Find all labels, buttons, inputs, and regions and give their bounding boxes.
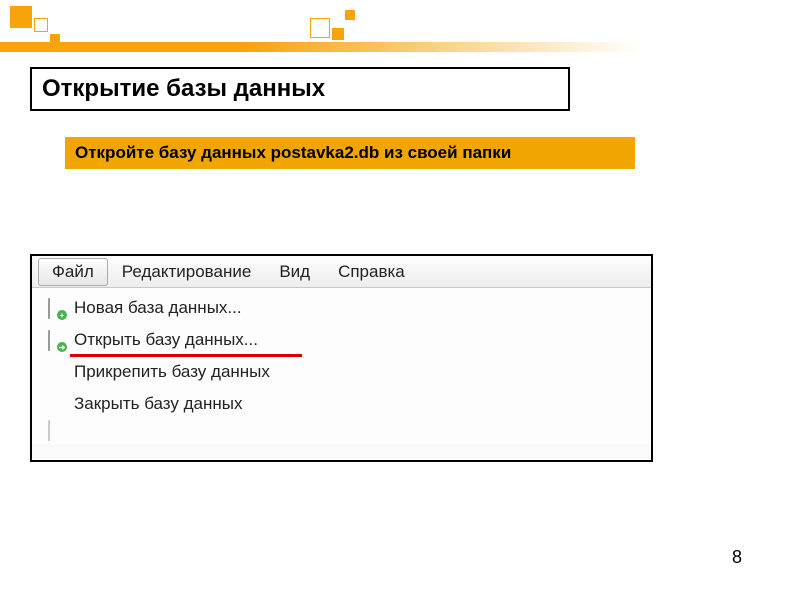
section-title-box: Открытие базы данных xyxy=(30,67,570,111)
menu-file[interactable]: Файл xyxy=(38,258,108,286)
menu-partial-item xyxy=(32,420,651,440)
menu-open-database[interactable]: ➜ Открыть базу данных... xyxy=(32,324,651,356)
page-number: 8 xyxy=(732,547,742,568)
menu-close-database[interactable]: Закрыть базу данных xyxy=(32,388,651,420)
instruction-text: Откройте базу данных postavka2.db из сво… xyxy=(75,143,511,162)
database-icon xyxy=(42,421,70,439)
menu-help[interactable]: Справка xyxy=(324,258,419,286)
slide-decoration xyxy=(0,0,800,52)
section-title: Открытие базы данных xyxy=(42,75,558,103)
menu-view[interactable]: Вид xyxy=(265,258,324,286)
menu-attach-database[interactable]: Прикрепить базу данных xyxy=(32,356,651,388)
instruction-banner: Откройте базу данных postavka2.db из сво… xyxy=(65,137,635,169)
menu-bar: Файл Редактирование Вид Справка xyxy=(32,256,651,288)
database-open-icon: ➜ xyxy=(42,331,70,349)
database-new-icon: + xyxy=(42,299,70,317)
application-window-screenshot: Файл Редактирование Вид Справка + Новая … xyxy=(30,254,653,462)
menu-edit[interactable]: Редактирование xyxy=(108,258,266,286)
menu-new-database[interactable]: + Новая база данных... xyxy=(32,292,651,324)
file-dropdown: + Новая база данных... ➜ Открыть базу да… xyxy=(32,288,651,444)
